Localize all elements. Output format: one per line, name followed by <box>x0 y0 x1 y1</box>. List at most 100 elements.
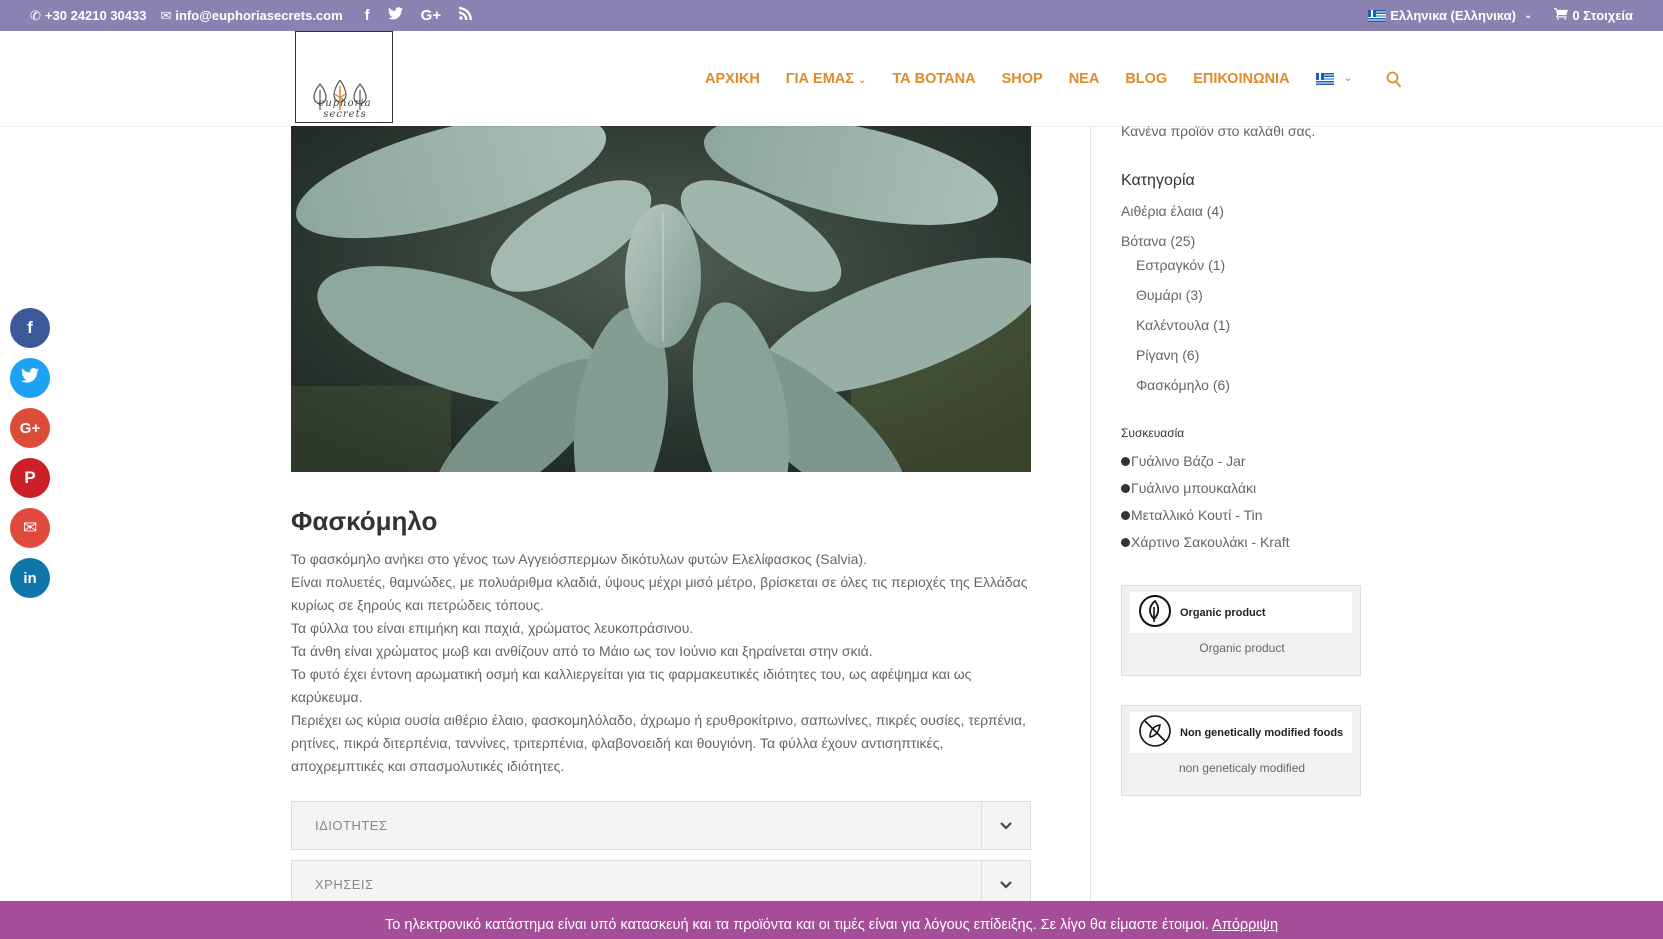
category-item[interactable]: Βότανα (25) <box>1121 233 1195 249</box>
packaging-filter-item[interactable]: Μεταλλικό Κουτί - Tin <box>1121 507 1263 523</box>
subcategory-label: Φασκόμηλο <box>1136 377 1209 393</box>
chevron-down-icon: ⌄ <box>857 74 867 86</box>
subcategory-label: Ρίγανη <box>1136 347 1179 363</box>
nav-language-menu[interactable]: ⌄ <box>1315 72 1352 85</box>
nav-item-herbs[interactable]: ΤΑ ΒΟΤΑΝΑ <box>892 71 975 87</box>
share-email-button[interactable]: ✉ <box>10 508 50 548</box>
nav-item-home[interactable]: ΑΡΧΙΚΗ <box>705 71 760 87</box>
twitter-icon[interactable] <box>387 7 403 24</box>
subcategory-item[interactable]: Ρίγανη (6) <box>1136 347 1199 363</box>
page-title: Φασκόμηλο <box>291 506 438 536</box>
site-logo[interactable]: euphoria secrets <box>295 31 393 123</box>
non-gmo-badge: Non genetically modified foods non genet… <box>1121 705 1361 796</box>
badge-caption: non geneticaly modified <box>1178 761 1306 775</box>
share-linkedin-button[interactable]: in <box>10 558 50 598</box>
language-switcher[interactable]: Ελληνικα (Ελληνικα) ⌄ <box>1368 8 1532 23</box>
subcategory-item[interactable]: Φασκόμηλο (6) <box>1136 377 1230 393</box>
sidebar-divider <box>1090 126 1091 939</box>
cart-count: 0 Στοιχεία <box>1572 8 1633 23</box>
google-plus-icon[interactable]: G+ <box>421 7 441 24</box>
category-heading: Κατηγορία <box>1121 172 1195 189</box>
nav-item-news[interactable]: ΝΕΑ <box>1069 71 1100 87</box>
badge-caption: Organic product <box>1199 641 1285 655</box>
subcategory-item[interactable]: Καλέντουλα (1) <box>1136 317 1230 333</box>
badge-title: Organic product <box>1180 606 1266 619</box>
chevron-down-icon[interactable] <box>981 802 1030 849</box>
bullet-icon <box>1121 456 1130 466</box>
share-twitter-button[interactable] <box>10 358 50 398</box>
description-paragraph: Περιέχει ως κύρια ουσία αιθέριο έλαιο, φ… <box>291 712 1026 774</box>
category-item[interactable]: Αιθέρια έλαια (4) <box>1121 203 1224 219</box>
category-count: (25) <box>1170 233 1196 249</box>
email-icon: ✉ <box>22 518 38 537</box>
accordion-label: ΙΔΙΟΤΗΤΕΣ <box>315 818 388 833</box>
description-paragraph: Τα άνθη είναι χρώματος μωβ και ανθίζουν … <box>291 643 873 659</box>
nav-label: ΝΕΑ <box>1068 70 1100 87</box>
packaging-filter-item[interactable]: Γυάλινο μπουκαλάκι <box>1121 480 1256 496</box>
share-google-plus-button[interactable]: G+ <box>10 408 50 448</box>
accordion-properties[interactable]: ΙΔΙΟΤΗΤΕΣ <box>291 801 1031 850</box>
nav-label: ΓΙΑ ΕΜΑΣ <box>785 70 854 87</box>
subcategory-count: (6) <box>1182 347 1200 363</box>
packaging-heading: Συσκευασία <box>1121 426 1185 440</box>
nav-label: ΤΑ ΒΟΤΑΝΑ <box>892 70 976 87</box>
subcategory-label: Καλέντουλα <box>1136 317 1210 333</box>
nav-label: ΑΡΧΙΚΗ <box>705 70 760 87</box>
subcategory-count: (3) <box>1185 287 1203 303</box>
nav-item-contact[interactable]: ΕΠΙΚΟΙΝΩΝΙΑ <box>1193 71 1289 87</box>
description-paragraph: Το φασκόμηλο ανήκει στο γένος των Αγγειό… <box>291 551 867 567</box>
cart-link[interactable]: 0 Στοιχεία <box>1554 8 1633 23</box>
badge-banner: Non genetically modified foods <box>1130 712 1352 753</box>
bullet-icon <box>1121 510 1130 520</box>
description-paragraph: Το φυτό έχει έντονη αρωματική οσμή και κ… <box>291 666 972 705</box>
email-contact[interactable]: ✉ info@euphoriasecrets.com <box>160 8 342 24</box>
twitter-icon <box>21 368 39 388</box>
packaging-label: Χάρτινο Σακουλάκι - Kraft <box>1131 534 1290 550</box>
cookie-notice-bar: Το ηλεκτρονικό κατάστημα είναι υπό κατασ… <box>0 901 1663 939</box>
share-facebook-button[interactable]: f <box>10 308 50 348</box>
badge-title: Non genetically modified foods <box>1180 726 1344 739</box>
nav-label: BLOG <box>1125 70 1168 87</box>
description-paragraph: Τα φύλλα του είναι επιμήκη και παχιά, χρ… <box>291 620 694 636</box>
rss-icon[interactable] <box>459 7 473 24</box>
phone-icon: ✆ <box>30 7 41 23</box>
category-label: Βότανα <box>1121 233 1167 249</box>
logo-brand-text: euphoria secrets <box>318 98 372 120</box>
nav-item-blog[interactable]: BLOG <box>1125 71 1167 87</box>
facebook-icon: f <box>27 318 33 337</box>
nav-item-shop[interactable]: SHOP <box>1002 71 1043 87</box>
subcategory-item[interactable]: Θυμάρι (3) <box>1136 287 1203 303</box>
site-header: euphoria secrets ΑΡΧΙΚΗ ΓΙΑ ΕΜΑΣ ⌄ ΤΑ ΒΟΤ… <box>0 31 1663 126</box>
language-label: Ελληνικα (Ελληνικα) <box>1390 8 1516 23</box>
greek-flag-icon <box>1315 72 1334 85</box>
sage-hero-image <box>291 126 1031 472</box>
facebook-icon[interactable]: f <box>365 7 370 24</box>
cart-icon <box>1554 8 1569 23</box>
nav-item-about[interactable]: ΓΙΑ ΕΜΑΣ ⌄ <box>786 71 867 87</box>
email-address: info@euphoriasecrets.com <box>175 8 343 23</box>
subcategory-item[interactable]: Εστραγκόν (1) <box>1136 257 1225 273</box>
main-nav: ΑΡΧΙΚΗ ΓΙΑ ΕΜΑΣ ⌄ ΤΑ ΒΟΤΑΝΑ SHOP ΝΕΑ BLOG… <box>705 31 1402 126</box>
phone-number: +30 24210 30433 <box>44 8 147 23</box>
cookie-notice-text: Το ηλεκτρονικό κατάστημα είναι υπό κατασ… <box>384 917 1209 933</box>
google-plus-icon: G+ <box>19 419 41 437</box>
subcategory-count: (1) <box>1213 317 1231 333</box>
product-description: Το φασκόμηλο ανήκει στο γένος των Αγγειό… <box>291 548 1031 778</box>
nav-label: ΕΠΙΚΟΙΝΩΝΙΑ <box>1193 70 1290 87</box>
packaging-label: Γυάλινο Βάζο - Jar <box>1131 453 1246 469</box>
bullet-icon <box>1121 483 1130 493</box>
envelope-icon: ✉ <box>160 7 172 23</box>
packaging-filter-item[interactable]: Γυάλινο Βάζο - Jar <box>1121 453 1246 469</box>
phone-contact[interactable]: ✆ +30 24210 30433 <box>30 8 146 24</box>
cookie-dismiss-link[interactable]: Απόρριψη <box>1212 917 1278 933</box>
share-pinterest-button[interactable]: P <box>10 458 50 498</box>
packaging-filter-item[interactable]: Χάρτινο Σακουλάκι - Kraft <box>1121 534 1290 550</box>
category-label: Αιθέρια έλαια <box>1121 203 1203 219</box>
no-gmo-icon <box>1138 714 1172 751</box>
chevron-down-icon: ⌄ <box>1523 10 1533 21</box>
category-count: (4) <box>1206 203 1224 219</box>
search-icon[interactable] <box>1386 71 1402 88</box>
top-bar: ✆ +30 24210 30433 ✉ info@euphoriasecrets… <box>0 0 1663 31</box>
description-paragraph: Είναι πολυετές, θαμνώδες, με πολυάριθμα … <box>291 574 1028 613</box>
nav-label: SHOP <box>1001 70 1043 87</box>
